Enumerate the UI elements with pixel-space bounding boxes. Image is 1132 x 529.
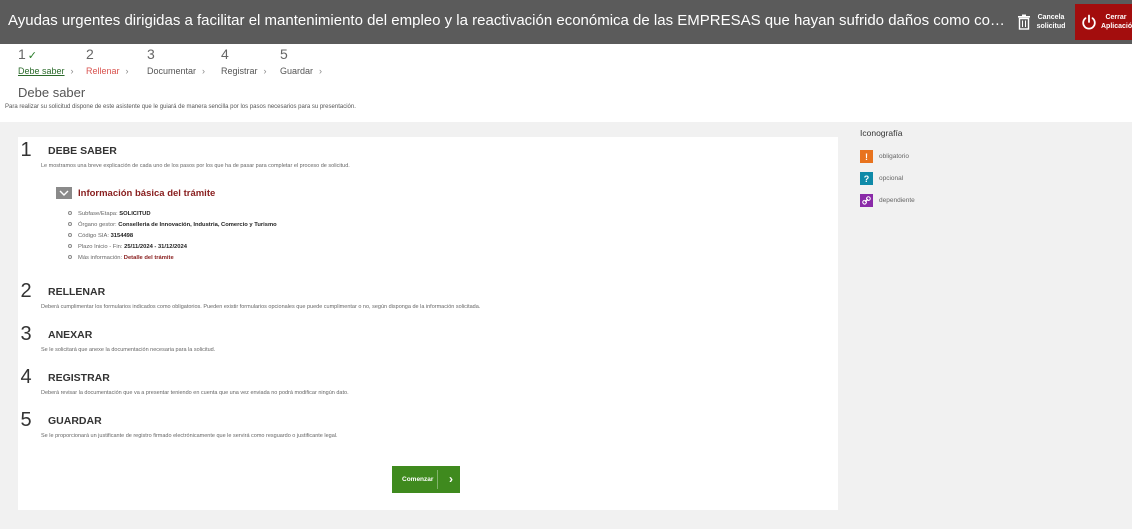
step-registrar[interactable]: 4 Registrar ›: [221, 46, 267, 76]
basic-info-toggle[interactable]: Información básica del trámite: [56, 187, 215, 199]
legend-label: obligatorio: [879, 153, 909, 160]
section-description: Se le solicitará que anexe la documentac…: [41, 347, 216, 353]
check-icon: ✓: [27, 50, 38, 62]
section-number: 5: [20, 409, 32, 431]
question-icon: ?: [860, 172, 873, 185]
list-item: Código SIA: 3154498: [68, 231, 277, 242]
section-number: 3: [20, 323, 32, 345]
cancel-request-label: Cancela solicitud: [1036, 14, 1066, 30]
legend-label: opcional: [879, 175, 904, 182]
legend-item-opcional: ? opcional: [860, 172, 903, 185]
basic-info-title: Información básica del trámite: [78, 187, 216, 199]
step-number: 3: [147, 46, 155, 62]
section-description: Deberá revisar la documentación que va a…: [41, 390, 349, 396]
section-number: 2: [20, 280, 32, 302]
legend-title: Iconografía: [860, 128, 903, 138]
chevron-right-icon: ›: [263, 66, 267, 76]
chevron-right-icon: ›: [70, 66, 74, 76]
section-number: 4: [20, 366, 32, 388]
trash-icon: [1014, 12, 1034, 32]
section-title: RELLENAR: [48, 286, 106, 298]
section-title: ANEXAR: [48, 329, 93, 341]
step-guardar[interactable]: 5 Guardar ›: [280, 46, 322, 76]
chevron-right-icon: ›: [202, 66, 206, 76]
step-number: 4: [221, 46, 229, 62]
list-item: Plazo Inicio - Fin: 25/11/2024 - 31/12/2…: [68, 242, 277, 253]
legend-item-dependiente: dependiente: [860, 194, 915, 207]
chevron-down-icon: [56, 187, 72, 199]
page-title: Debe saber: [18, 85, 86, 100]
link-icon: [860, 194, 873, 207]
basic-info-list: Subfase/Etapa: SOLICITUD Órgano gestor: …: [68, 209, 277, 264]
page-header-title: Ayudas urgentes dirigidas a facilitar el…: [8, 12, 1008, 29]
power-icon: [1079, 12, 1099, 32]
close-application-button[interactable]: Cerrar Aplicación: [1075, 4, 1132, 40]
list-item: Subfase/Etapa: SOLICITUD: [68, 209, 277, 220]
section-description: Deberá cumplimentar los formularios indi…: [41, 304, 481, 310]
step-number: 5: [280, 46, 288, 62]
warning-icon: !: [860, 150, 873, 163]
close-application-label: Cerrar Aplicación: [1101, 14, 1132, 30]
top-bar: Ayudas urgentes dirigidas a facilitar el…: [0, 0, 1132, 44]
section-title: GUARDAR: [48, 415, 102, 427]
start-button[interactable]: Comenzar ›: [392, 466, 460, 493]
chevron-right-icon: ›: [319, 66, 323, 76]
step-label: Guardar: [280, 66, 314, 76]
section-description: Se le proporcionará un justificante de r…: [41, 433, 338, 439]
start-button-label: Comenzar: [402, 476, 434, 483]
legend-item-obligatorio: ! obligatorio: [860, 150, 909, 163]
list-item: Órgano gestor: Conselleria de Innovación…: [68, 220, 277, 231]
legend-label: dependiente: [879, 197, 915, 204]
list-item: Más información: Detalle del trámite: [68, 253, 277, 264]
section-number: 1: [20, 139, 32, 161]
step-number: 2: [86, 46, 94, 62]
step-label: Debe saber: [18, 66, 65, 76]
cancel-request-button[interactable]: Cancela solicitud: [1014, 4, 1072, 40]
chevron-right-icon: ›: [125, 66, 129, 76]
section-description: Le mostramos una breve explicación de ca…: [41, 163, 350, 169]
step-label: Rellenar: [86, 66, 120, 76]
step-rellenar[interactable]: 2 Rellenar ›: [86, 46, 129, 76]
section-title: DEBE SABER: [48, 145, 117, 157]
page-subtitle: Para realizar su solicitud dispone de es…: [5, 104, 356, 110]
step-label: Documentar: [147, 66, 197, 76]
step-label: Registrar: [221, 66, 258, 76]
procedure-detail-link[interactable]: Detalle del trámite: [124, 255, 174, 261]
step-debe-saber[interactable]: 1 ✓ Debe saber ›: [18, 46, 74, 76]
step-documentar[interactable]: 3 Documentar ›: [147, 46, 205, 76]
chevron-right-icon: ›: [449, 472, 453, 486]
section-title: REGISTRAR: [48, 372, 110, 384]
iconography-legend: Iconografía ! obligatorio ? opcional dep…: [860, 128, 915, 207]
instructions-card: 1 DEBE SABER Le mostramos una breve expl…: [18, 137, 838, 510]
step-number: 1: [18, 46, 26, 62]
